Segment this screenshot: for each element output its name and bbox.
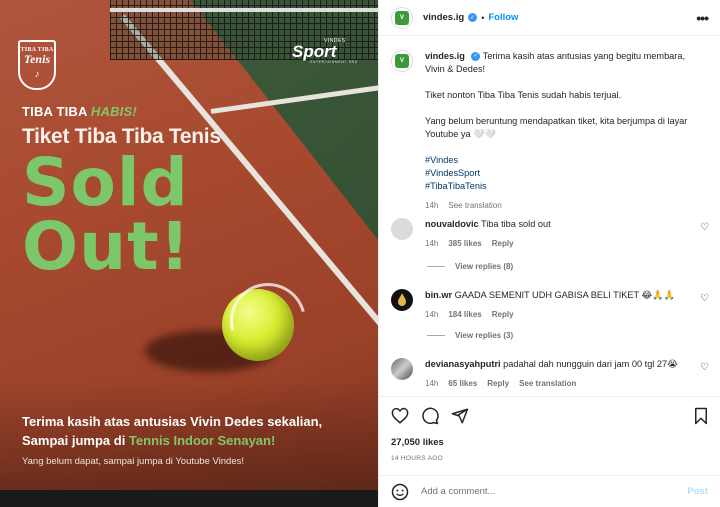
comment-username[interactable]: nouvaldovic	[425, 219, 479, 229]
comment-item: nouvaldovic Tiba tiba sold out 14h 385 l…	[391, 218, 709, 250]
likes-count[interactable]: 27,050 likes	[391, 437, 444, 448]
comment-time[interactable]: 14h	[425, 308, 438, 321]
comment-likes[interactable]: 184 likes	[448, 308, 481, 321]
header-username[interactable]: vindes.ig	[423, 12, 464, 23]
comment-time[interactable]: 14h	[425, 237, 438, 250]
see-translation-link[interactable]: See translation	[448, 199, 501, 212]
post-comment-button[interactable]: Post	[687, 486, 708, 497]
add-comment-input[interactable]: Add a comment...	[421, 486, 681, 497]
heart-icon[interactable]	[391, 407, 409, 425]
emoji-icon[interactable]	[391, 483, 409, 501]
caption-text-3: Yang belum beruntung mendapatkan tiket, …	[425, 116, 688, 139]
verified-icon: ✓	[468, 13, 478, 22]
comment-text: GAADA SEMENIT UDH GABISA BELI TIKET 😂🙏🙏	[454, 290, 676, 300]
add-comment-bar: Add a comment... Post	[379, 475, 720, 507]
caption-time[interactable]: 14h	[425, 199, 438, 212]
follow-button[interactable]: Follow	[488, 12, 518, 23]
comment-username[interactable]: bin.wr	[425, 290, 452, 300]
like-comment-icon[interactable]: ♡	[700, 222, 709, 233]
caption-text-2: Tiket nonton Tiba Tiba Tenis sudah habis…	[425, 90, 622, 100]
share-icon[interactable]	[451, 407, 469, 425]
sold-text: Sold	[22, 144, 189, 221]
comment-username[interactable]: devianasyahputri	[425, 359, 501, 369]
post-header: V vindes.ig ✓ • Follow •••	[379, 0, 720, 36]
comment-text: Tiba tiba sold out	[481, 219, 551, 229]
hashtag-link[interactable]: #Vindes	[425, 154, 701, 167]
caption-avatar[interactable]: V	[391, 50, 413, 72]
comment-likes[interactable]: 385 likes	[448, 237, 481, 250]
like-comment-icon[interactable]: ♡	[700, 362, 709, 373]
hashtag-link[interactable]: #TibaTibaTenis	[425, 180, 701, 193]
separator-dot: •	[481, 12, 485, 23]
reply-button[interactable]: Reply	[487, 377, 509, 390]
caption-username[interactable]: vindes.ig	[425, 51, 465, 61]
avatar[interactable]: V	[391, 6, 413, 29]
comment-item: bin.wr GAADA SEMENIT UDH GABISA BELI TIK…	[391, 289, 709, 321]
comment-avatar[interactable]	[391, 358, 413, 380]
comment-time[interactable]: 14h	[425, 377, 438, 390]
post-actions: 27,050 likes 14 HOURS AGO Add a comment.…	[379, 396, 720, 506]
post-side-panel: V vindes.ig ✓ • Follow ••• V vindes.ig ✓…	[378, 0, 720, 507]
out-text: Out!	[22, 208, 191, 285]
comment-avatar[interactable]	[391, 218, 413, 240]
comment-icon[interactable]	[421, 407, 439, 425]
image-youtube-line: Yang belum dapat, sampai jumpa di Youtub…	[22, 456, 245, 467]
reply-button[interactable]: Reply	[492, 237, 514, 250]
post-timestamp[interactable]: 14 HOURS AGO	[391, 455, 443, 462]
image-kicker: TIBA TIBA HABIS!	[22, 104, 137, 119]
vindes-sport-logo: VINDES Sport ENTERTAINMENT SRU	[292, 38, 358, 64]
image-thanks-line: Terima kasih atas antusias Vivin Dedes s…	[22, 414, 323, 429]
view-replies-button[interactable]: View replies (8)	[427, 262, 513, 271]
comment-avatar[interactable]	[391, 289, 413, 311]
tennis-ball-image	[222, 289, 294, 361]
post-image[interactable]: TIBA TIBA Tenis ♪ VINDES Sport ENTERTAIN…	[0, 0, 378, 507]
comment-item: devianasyahputri padahal dah nungguin da…	[391, 358, 709, 390]
flame-icon	[398, 293, 406, 306]
post-caption: V vindes.ig ✓ Terima kasih atas antusias…	[391, 50, 709, 212]
see-translation-link[interactable]: See translation	[519, 377, 576, 390]
bookmark-icon[interactable]	[692, 407, 710, 425]
reply-button[interactable]: Reply	[492, 308, 514, 321]
tiba-tiba-tenis-logo: TIBA TIBA Tenis ♪	[18, 40, 56, 90]
instagram-post-view: TIBA TIBA Tenis ♪ VINDES Sport ENTERTAIN…	[0, 0, 720, 507]
verified-icon: ✓	[471, 52, 481, 62]
image-venue-line: Sampai jumpa di Tennis Indoor Senayan!	[22, 433, 276, 448]
view-replies-button[interactable]: View replies (3)	[427, 331, 513, 340]
hashtag-link[interactable]: #VindesSport	[425, 167, 701, 180]
comment-text: padahal dah nungguin dari jam 00 tgl 27😭	[503, 359, 678, 369]
comment-likes[interactable]: 65 likes	[448, 377, 477, 390]
like-comment-icon[interactable]: ♡	[700, 293, 709, 304]
more-options-icon[interactable]: •••	[696, 10, 709, 26]
